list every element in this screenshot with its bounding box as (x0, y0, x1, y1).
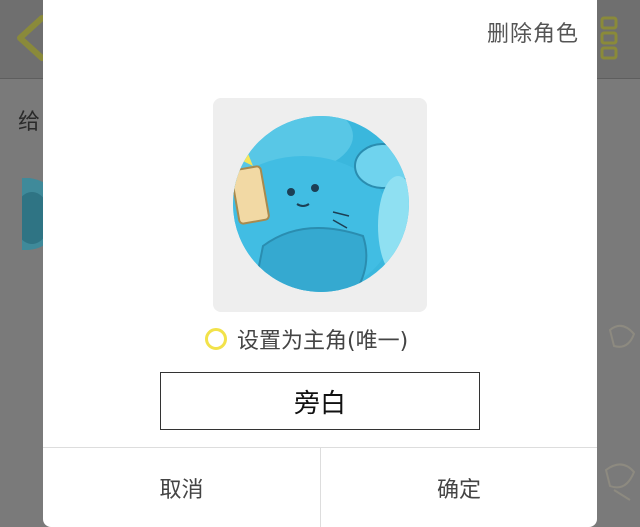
delete-role-button[interactable]: 删除角色 (487, 16, 579, 48)
cancel-button[interactable]: 取消 (43, 448, 320, 527)
screen: 给 删除角色 设置为主角(唯一) 旁白 取消 确定 (0, 0, 640, 527)
role-name-field[interactable]: 旁白 (160, 372, 480, 430)
role-edit-dialog: 删除角色 设置为主角(唯一) 旁白 取消 确定 (43, 0, 597, 527)
background-sketch (604, 324, 636, 501)
list-menu-icon[interactable] (600, 14, 618, 62)
main-role-radio[interactable] (205, 328, 227, 350)
set-main-role-option[interactable]: 设置为主角(唯一) (205, 322, 408, 356)
background-label: 给 (18, 110, 41, 135)
seal-avatar-image (233, 116, 409, 292)
confirm-button[interactable]: 确定 (321, 448, 597, 527)
main-role-label: 设置为主角(唯一) (237, 329, 409, 354)
avatar-picker[interactable] (213, 98, 427, 312)
